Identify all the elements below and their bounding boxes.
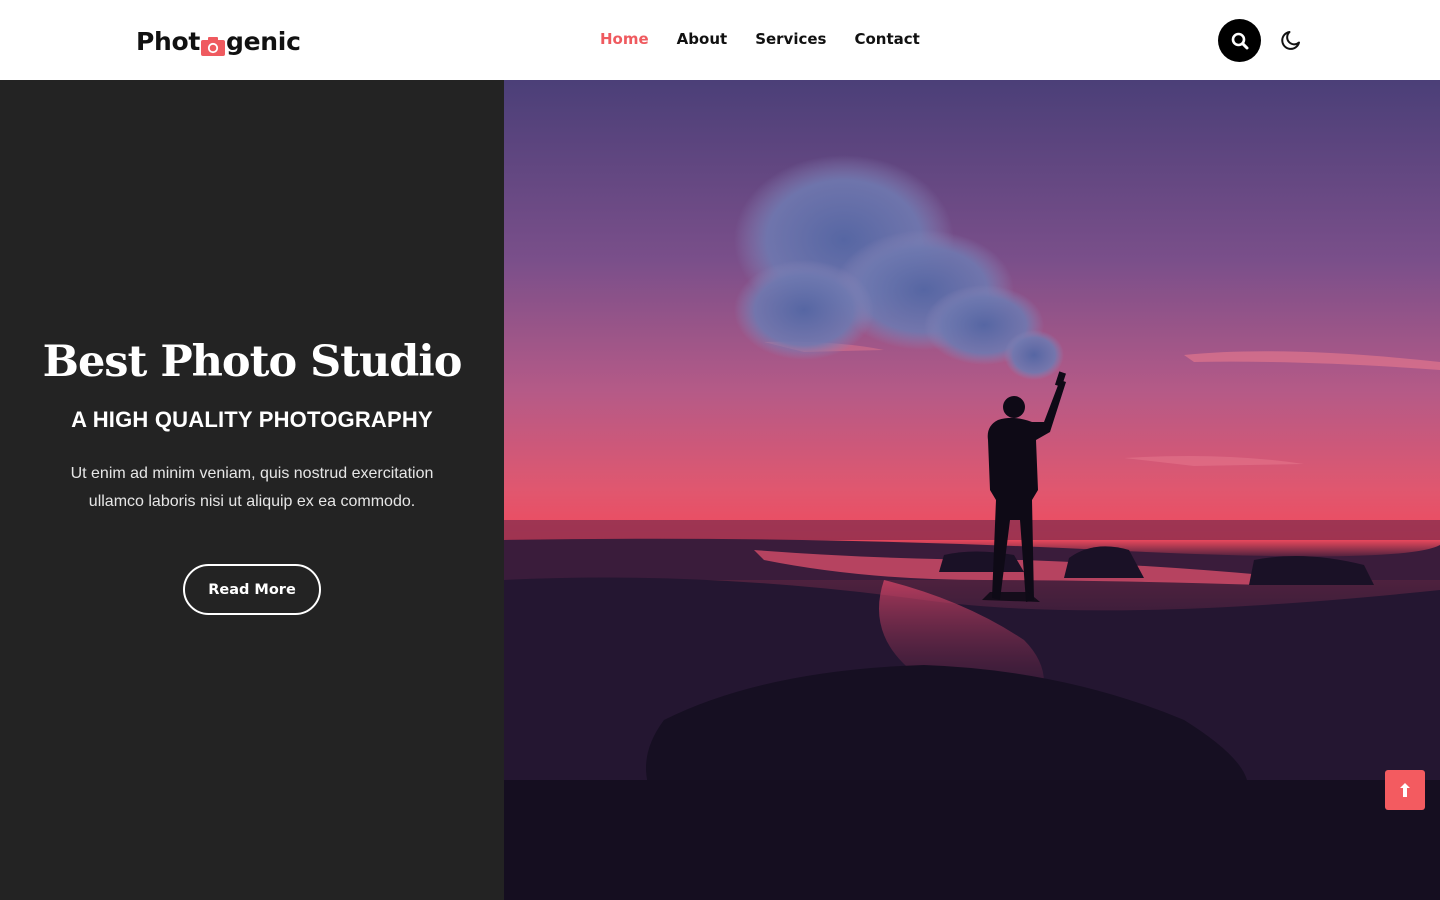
scroll-top-button[interactable] bbox=[1385, 770, 1425, 810]
main-nav: Home About Services Contact bbox=[600, 28, 920, 50]
logo-text-right: genic bbox=[226, 26, 301, 56]
hero-panel: Best Photo Studio A HIGH QUALITY PHOTOGR… bbox=[0, 80, 504, 900]
nav-contact[interactable]: Contact bbox=[854, 28, 919, 50]
nav-about[interactable]: About bbox=[677, 28, 728, 50]
search-button[interactable] bbox=[1218, 19, 1261, 62]
read-more-button[interactable]: Read More bbox=[183, 564, 321, 615]
logo-text-left: Phot bbox=[136, 26, 201, 56]
camera-icon bbox=[201, 33, 226, 56]
theme-toggle[interactable] bbox=[1278, 27, 1304, 53]
moon-icon bbox=[1281, 31, 1300, 50]
hero-description: Ut enim ad minim veniam, quis nostrud ex… bbox=[70, 465, 434, 510]
hero-image bbox=[504, 80, 1440, 900]
nav-services[interactable]: Services bbox=[755, 28, 826, 50]
site-header: Phot genic Home About Services Contact bbox=[0, 0, 1440, 80]
search-icon bbox=[1231, 32, 1248, 49]
logo[interactable]: Phot genic bbox=[136, 24, 301, 58]
nav-home[interactable]: Home bbox=[600, 28, 649, 50]
hero-subtitle: A HIGH QUALITY PHOTOGRAPHY bbox=[71, 407, 433, 432]
arrow-up-icon bbox=[1400, 783, 1410, 797]
hero-title: Best Photo Studio bbox=[42, 337, 463, 387]
